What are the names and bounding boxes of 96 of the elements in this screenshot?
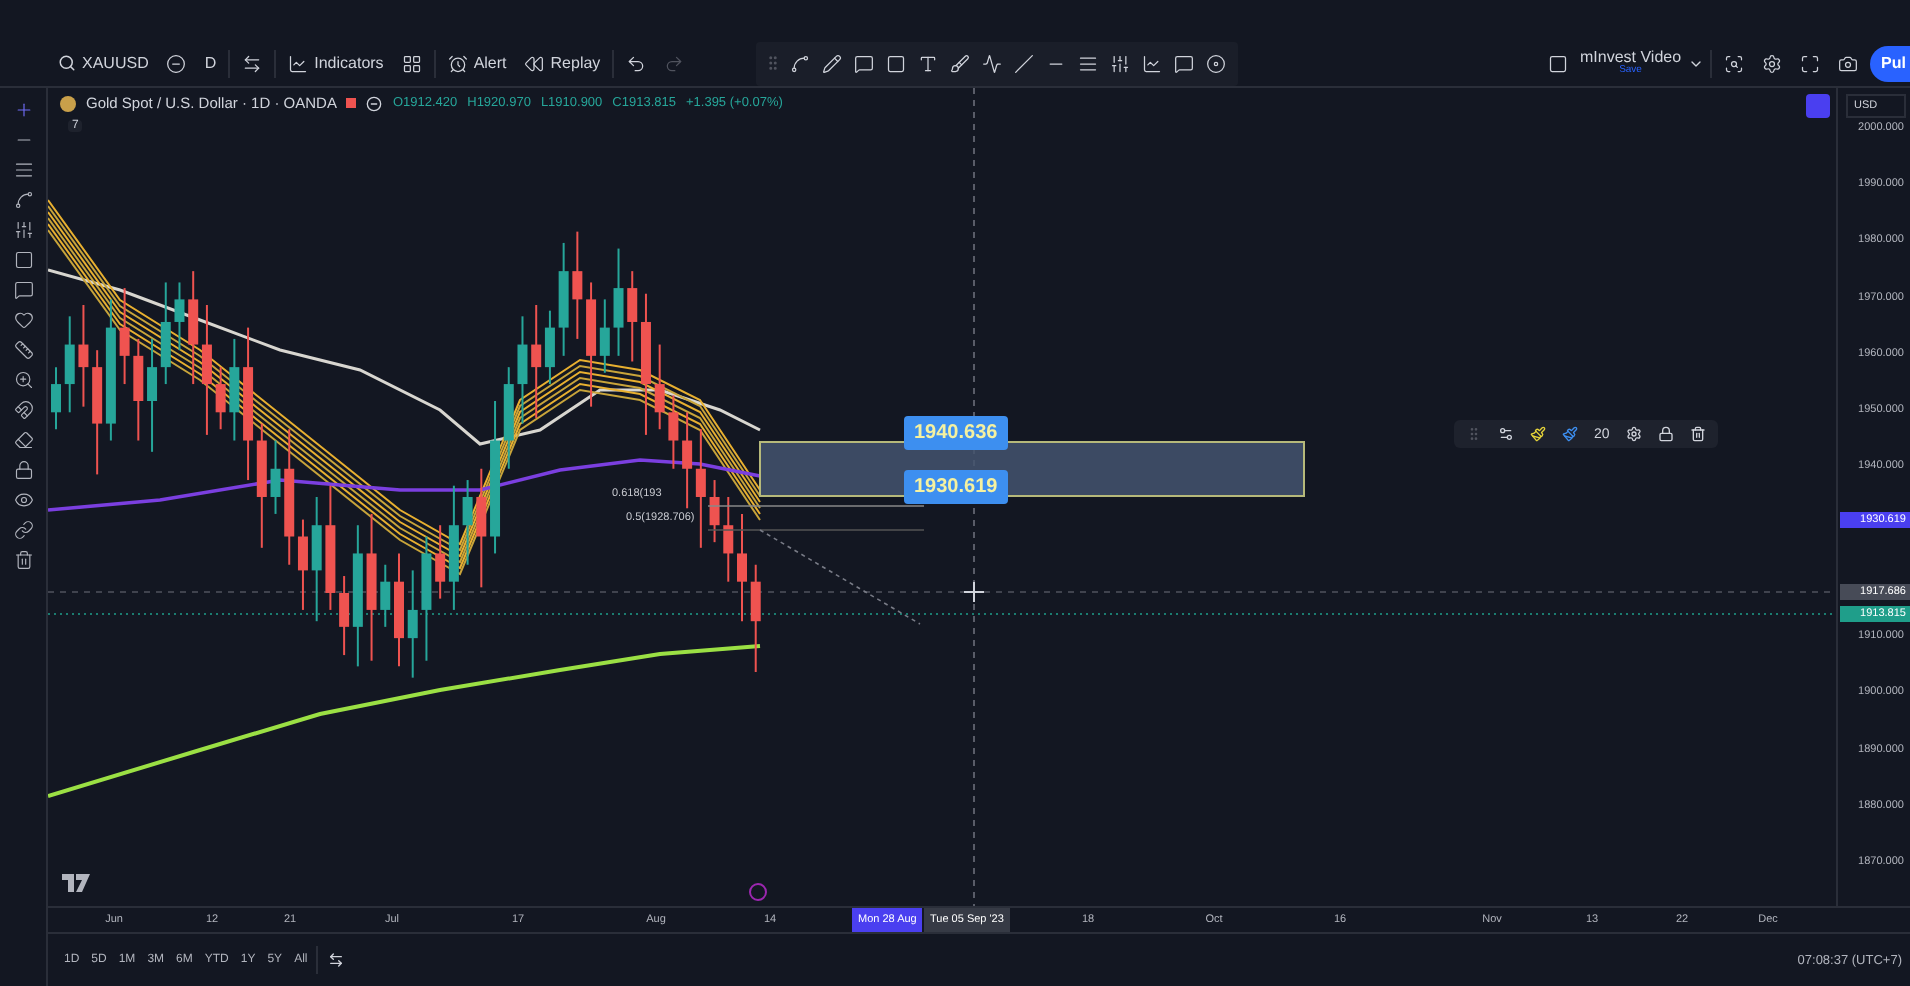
- lines-icon[interactable]: [13, 160, 33, 180]
- candlestick: [78, 304, 89, 408]
- candlestick: [394, 552, 404, 668]
- redo-icon: [664, 53, 685, 73]
- candlestick: [517, 315, 528, 425]
- zigzag-tool[interactable]: [978, 49, 1007, 77]
- path-icon[interactable]: [13, 190, 33, 210]
- disc-icon: [1206, 53, 1227, 73]
- template-icon[interactable]: [1498, 426, 1514, 442]
- trash-icon[interactable]: [1689, 426, 1706, 442]
- heart-icon[interactable]: [13, 310, 33, 330]
- window-icon: [1548, 53, 1568, 73]
- logo-text-icon: [62, 874, 90, 898]
- candlestick: [421, 535, 432, 662]
- lock-icon[interactable]: [1657, 426, 1674, 442]
- grip-icon: [764, 54, 783, 72]
- candlestick: [311, 496, 322, 623]
- pencil-tool[interactable]: [818, 49, 847, 77]
- ruler-icon[interactable]: [13, 340, 33, 360]
- chart-icon: [1142, 53, 1163, 73]
- candlestick: [64, 315, 75, 414]
- rewind-icon: [524, 53, 545, 73]
- eye-icon[interactable]: [13, 490, 33, 510]
- candlestick: [750, 563, 761, 673]
- candlestick: [476, 467, 487, 589]
- disc-tool[interactable]: [1202, 49, 1231, 77]
- replay-button[interactable]: Replay: [518, 49, 607, 77]
- brush-icon: [950, 53, 971, 73]
- minus-circle-icon: [166, 53, 187, 73]
- flag-icon: [346, 98, 357, 108]
- candlestick: [270, 439, 281, 515]
- rectangle-zone[interactable]: [759, 441, 1305, 497]
- candlestick: [174, 281, 185, 352]
- layout-name[interactable]: mInvest Video: [1580, 50, 1682, 66]
- candlestick: [119, 287, 130, 386]
- line-icon: [1014, 53, 1035, 73]
- candlestick: [668, 394, 679, 470]
- candlestick: [51, 366, 61, 431]
- comment-icon: [854, 53, 875, 73]
- grid-icon: [401, 53, 422, 73]
- arrows-icon: [327, 952, 344, 968]
- comment-icon[interactable]: [13, 280, 33, 300]
- candlestick: [407, 569, 418, 679]
- chart-icon: [288, 53, 309, 73]
- camera-icon: [1837, 53, 1858, 73]
- note-icon: [1174, 53, 1195, 73]
- crosshair-icon: [963, 581, 985, 603]
- square-icon: [886, 53, 907, 73]
- candlestick: [215, 366, 226, 431]
- candlestick: [229, 337, 240, 442]
- alarm-clock-icon: [447, 53, 468, 73]
- candlestick: [723, 496, 734, 583]
- settings-icon: [1761, 53, 1782, 73]
- arrows-icon: [242, 53, 263, 73]
- grip-icon: [1466, 426, 1482, 442]
- sliders-icon: [1110, 53, 1131, 73]
- alert-button[interactable]: Alert: [441, 49, 513, 77]
- sliders-icon[interactable]: [13, 220, 33, 240]
- text-icon: [918, 53, 939, 73]
- collapse-icon[interactable]: [366, 95, 383, 111]
- settings-icon[interactable]: [1625, 426, 1642, 442]
- link-icon[interactable]: [13, 520, 33, 540]
- indicators-button[interactable]: Indicators: [282, 49, 390, 77]
- candlestick: [572, 230, 583, 340]
- undo-icon: [626, 53, 647, 73]
- fullscreen-icon: [1799, 53, 1820, 73]
- zoom-in-icon[interactable]: [13, 370, 33, 390]
- path-icon: [790, 53, 811, 73]
- symbol-search[interactable]: XAUUSD: [52, 50, 155, 76]
- line-tool[interactable]: [1010, 49, 1039, 77]
- candlestick: [558, 241, 569, 357]
- search-icon: [58, 54, 76, 72]
- zigzag-icon: [982, 53, 1003, 73]
- square-icon[interactable]: [13, 250, 33, 270]
- eraser-icon[interactable]: [13, 430, 33, 450]
- lines-icon: [1078, 53, 1099, 73]
- pencil-icon: [822, 53, 843, 73]
- publish-button[interactable]: Pul: [1869, 45, 1910, 81]
- lock-icon[interactable]: [13, 460, 33, 480]
- magnet-icon[interactable]: [13, 400, 33, 420]
- interval-button[interactable]: D: [198, 50, 223, 76]
- event-icon[interactable]: [749, 883, 767, 901]
- candlestick: [462, 479, 473, 566]
- candlestick: [325, 484, 336, 611]
- brush-tool[interactable]: [946, 49, 975, 77]
- candlestick: [709, 479, 720, 544]
- fill-color-icon[interactable]: [1562, 426, 1578, 442]
- search-icon: [1723, 53, 1744, 73]
- symbol-logo-icon: [60, 95, 76, 111]
- line-color-icon[interactable]: [1530, 426, 1546, 442]
- trash-icon[interactable]: [13, 550, 33, 570]
- candlestick: [133, 337, 144, 442]
- candlestick: [613, 247, 624, 357]
- candlestick: [380, 563, 391, 628]
- candlestick: [654, 343, 665, 431]
- candlestick: [737, 512, 747, 623]
